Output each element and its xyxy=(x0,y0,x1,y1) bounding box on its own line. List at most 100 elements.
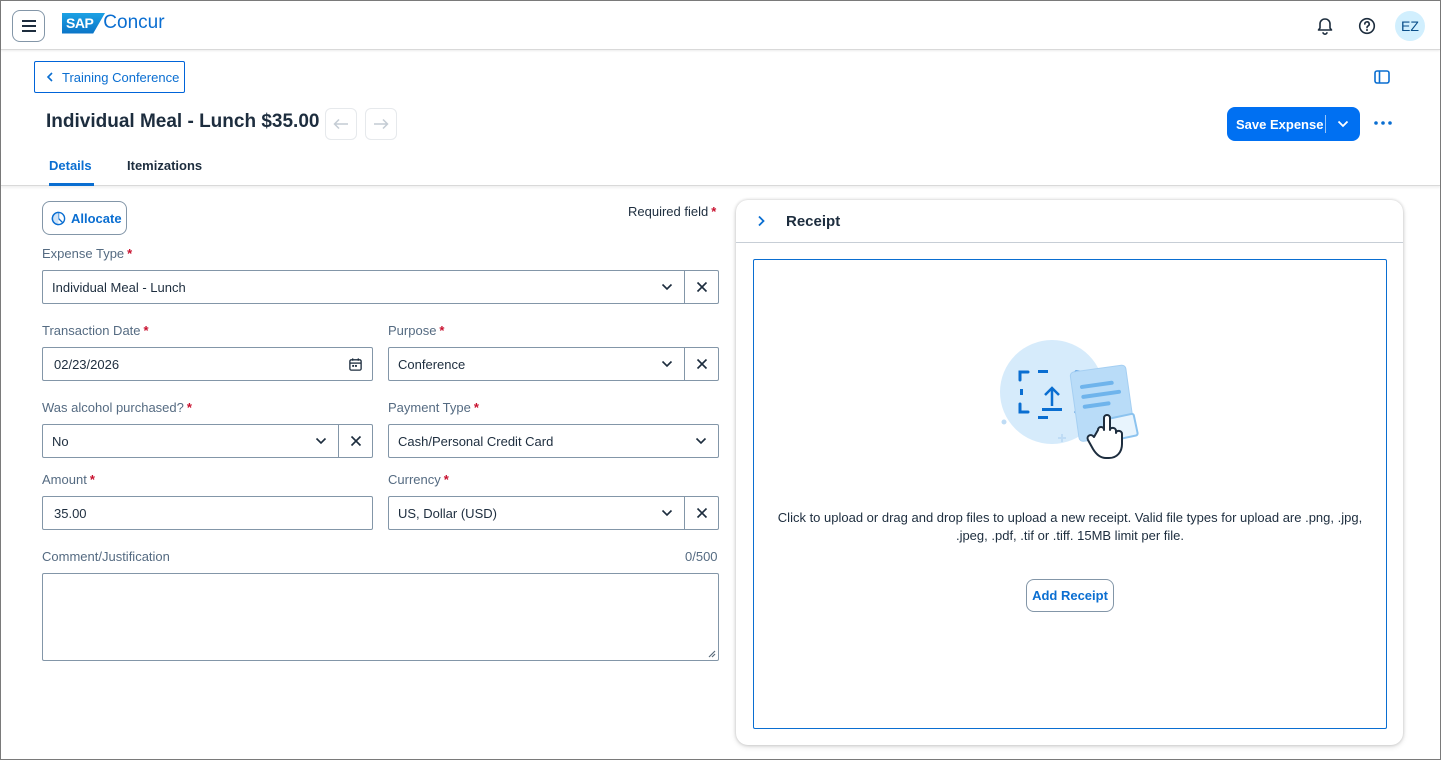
previous-expense-button[interactable] xyxy=(325,108,357,140)
alcohol-label: Was alcohol purchased? * xyxy=(42,400,192,415)
transaction-date-label-text: Transaction Date xyxy=(42,323,141,338)
upload-receipt-illustration-icon xyxy=(1000,340,1139,459)
alcohol-label-text: Was alcohol purchased? xyxy=(42,400,184,415)
expense-type-dropdown-arrow[interactable] xyxy=(650,271,684,303)
bell-icon xyxy=(1317,18,1333,35)
notifications-button[interactable] xyxy=(1311,9,1339,43)
page-title: Individual Meal - Lunch $35.00 xyxy=(46,111,320,132)
concur-logo-text: Concur xyxy=(103,12,165,33)
close-icon xyxy=(696,358,707,370)
arrow-right-icon xyxy=(374,118,389,130)
sap-concur-logo[interactable]: SAP Concur xyxy=(62,12,165,34)
required-star: * xyxy=(89,472,95,487)
required-star: * xyxy=(143,323,149,338)
resize-grip-icon[interactable] xyxy=(707,649,716,658)
purpose-label: Purpose * xyxy=(388,323,444,338)
back-link-label: Training Conference xyxy=(62,69,180,85)
chevron-down-icon xyxy=(661,360,673,368)
receipt-title: Receipt xyxy=(786,212,841,230)
chevron-right-icon xyxy=(758,215,765,227)
purpose-dropdown-arrow[interactable] xyxy=(650,348,684,380)
chevron-down-icon xyxy=(661,509,673,517)
tab-itemizations[interactable]: Itemizations xyxy=(127,158,202,186)
save-expense-label: Save Expense xyxy=(1236,116,1324,132)
hamburger-icon xyxy=(21,20,36,32)
comment-char-counter: 0/500 xyxy=(685,549,718,564)
transaction-date-label: Transaction Date * xyxy=(42,323,149,338)
chevron-down-icon xyxy=(661,283,673,291)
required-field-note: Required field * xyxy=(628,204,716,219)
payment-type-label-text: Payment Type xyxy=(388,400,471,415)
purpose-clear-button[interactable] xyxy=(684,348,718,380)
next-expense-button[interactable] xyxy=(365,108,397,140)
chevron-down-icon xyxy=(695,437,707,445)
tab-details[interactable]: Details xyxy=(49,158,94,186)
close-icon xyxy=(696,281,707,293)
amount-input[interactable]: 35.00 xyxy=(42,496,373,530)
side-panel-toggle-button[interactable] xyxy=(1373,68,1391,86)
required-star: * xyxy=(711,204,717,219)
calendar-icon xyxy=(348,357,362,371)
allocate-pie-icon xyxy=(51,211,66,225)
allocate-button[interactable]: Allocate xyxy=(42,201,127,235)
comment-textarea[interactable] xyxy=(42,573,719,661)
amount-label-text: Amount xyxy=(42,472,87,487)
payment-type-value: Cash/Personal Credit Card xyxy=(398,433,554,449)
currency-label: Currency * xyxy=(388,472,449,487)
expense-type-label-text: Expense Type xyxy=(42,246,125,261)
amount-value: 35.00 xyxy=(54,505,87,521)
sap-logo-mark: SAP xyxy=(62,12,106,34)
payment-type-label: Payment Type * xyxy=(388,400,479,415)
comment-label: Comment/Justification xyxy=(42,549,170,564)
required-star: * xyxy=(127,246,133,261)
chevron-left-icon xyxy=(46,72,53,82)
currency-dropdown-arrow[interactable] xyxy=(650,497,684,529)
transaction-date-input[interactable]: 02/23/2026 xyxy=(42,347,373,381)
currency-value: US, Dollar (USD) xyxy=(398,505,497,521)
alcohol-clear-button[interactable] xyxy=(338,425,372,457)
alcohol-select[interactable]: No xyxy=(42,424,373,458)
top-bar: SAP Concur EZ xyxy=(1,1,1440,50)
allocate-label: Allocate xyxy=(71,210,122,226)
expense-type-value: Individual Meal - Lunch xyxy=(52,279,186,295)
purpose-select[interactable]: Conference xyxy=(388,347,719,381)
date-picker-button[interactable] xyxy=(338,348,372,380)
required-star: * xyxy=(443,472,449,487)
hamburger-menu-button[interactable] xyxy=(12,10,45,42)
alcohol-dropdown-arrow[interactable] xyxy=(304,425,338,457)
receipt-header[interactable]: Receipt xyxy=(736,200,1403,243)
amount-label: Amount * xyxy=(42,472,95,487)
side-panel-icon xyxy=(1374,70,1390,84)
currency-select[interactable]: US, Dollar (USD) xyxy=(388,496,719,530)
more-horizontal-icon xyxy=(1374,121,1392,125)
required-star: * xyxy=(186,400,192,415)
save-expense-button[interactable]: Save Expense xyxy=(1227,107,1360,141)
payment-type-select[interactable]: Cash/Personal Credit Card xyxy=(388,424,719,458)
user-avatar[interactable]: EZ xyxy=(1395,11,1425,41)
close-icon xyxy=(350,435,361,447)
payment-type-dropdown-arrow[interactable] xyxy=(684,425,718,457)
receipt-panel: Receipt Click to upload or drag and drop… xyxy=(736,200,1403,745)
currency-label-text: Currency xyxy=(388,472,441,487)
purpose-label-text: Purpose xyxy=(388,323,437,338)
back-to-report-button[interactable]: Training Conference xyxy=(34,61,185,93)
save-options-dropdown[interactable] xyxy=(1326,120,1360,128)
receipt-upload-instructions: Click to upload or drag and drop files t… xyxy=(777,510,1363,543)
add-receipt-button[interactable]: Add Receipt xyxy=(1026,579,1114,612)
more-actions-button[interactable] xyxy=(1371,113,1395,133)
required-note-text: Required field xyxy=(628,204,709,219)
alcohol-value: No xyxy=(52,433,69,449)
chevron-down-icon xyxy=(315,437,327,445)
currency-clear-button[interactable] xyxy=(684,497,718,529)
expense-type-select[interactable]: Individual Meal - Lunch xyxy=(42,270,719,304)
chevron-down-icon xyxy=(1337,120,1349,128)
required-star: * xyxy=(439,323,445,338)
receipt-expand-toggle[interactable] xyxy=(736,215,786,227)
close-icon xyxy=(696,507,707,519)
required-star: * xyxy=(473,400,479,415)
expense-type-clear-button[interactable] xyxy=(684,271,718,303)
help-icon xyxy=(1358,17,1376,35)
receipt-dropzone[interactable]: Click to upload or drag and drop files t… xyxy=(753,259,1387,729)
help-button[interactable] xyxy=(1353,9,1381,43)
transaction-date-value: 02/23/2026 xyxy=(54,356,120,372)
